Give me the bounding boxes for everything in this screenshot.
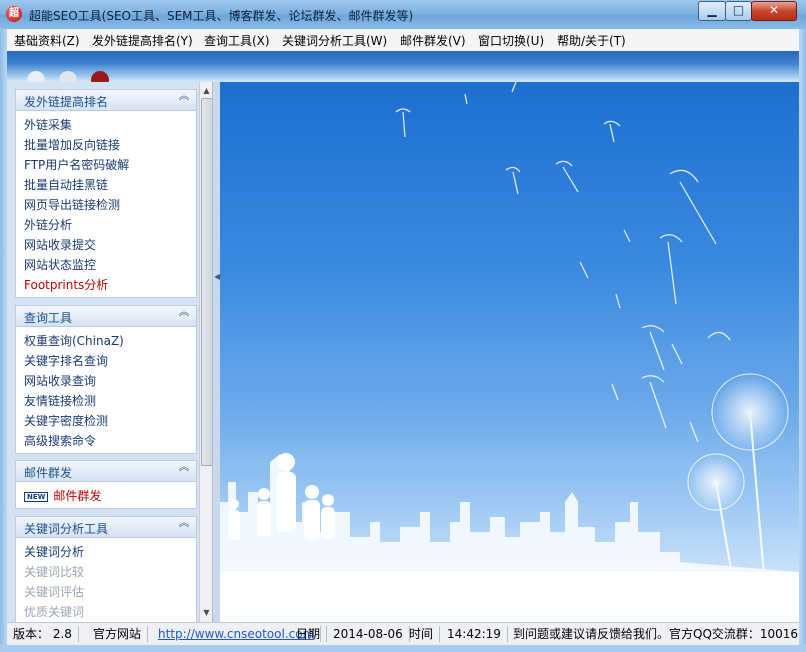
sidebar-item-site-monitor[interactable]: 网站状态监控 <box>16 255 196 275</box>
sidebar-item-keyword-evaluate[interactable]: 关键词评估 <box>16 582 196 602</box>
panel-title: 关键词分析工具 <box>24 522 109 536</box>
status-time: 14:42:19 <box>441 626 508 642</box>
panel-query-tools: 查询工具 ︽ 权重查询(ChinaZ) 关键字排名查询 网站收录查询 友情链接检… <box>15 305 197 454</box>
status-time-label: 时间 <box>403 626 441 642</box>
status-site-label: 官方网站 <box>87 626 149 642</box>
sidebar-item-keyword-compare[interactable]: 关键词比较 <box>16 562 196 582</box>
banner-deco-icon <box>91 71 109 82</box>
menu-keyword-analysis[interactable]: 关键词分析工具(W) <box>282 32 387 49</box>
menu-backlinks[interactable]: 发外链提高排名(Y) <box>92 32 193 49</box>
app-window: 超 超能SEO工具(SEO工具、SEM工具、博客群发、论坛群发、邮件群发等) ▁… <box>0 0 806 652</box>
close-button[interactable]: ✕ <box>751 1 797 21</box>
sidebar-item-batch-backlinks[interactable]: 批量增加反向链接 <box>16 135 196 155</box>
sidebar-item-density-check[interactable]: 关键字密度检测 <box>16 411 196 431</box>
status-message: 到问题或建议请反馈给我们。官方QQ交流群：1001623 <box>513 627 799 641</box>
status-date: 2014-08-06 <box>327 626 410 642</box>
sidebar-item-weight-query[interactable]: 权重查询(ChinaZ) <box>16 331 196 351</box>
maximize-button[interactable]: □ <box>725 1 752 21</box>
panel-title: 发外链提高排名 <box>24 95 109 109</box>
collapse-icon[interactable]: ︽ <box>178 90 190 101</box>
main-content-area <box>220 82 799 622</box>
app-logo-icon: 超 <box>6 6 22 22</box>
menu-help-about[interactable]: 帮助/关于(T) <box>557 32 626 49</box>
menu-bar: 基础资料(Z) 发外链提高排名(Y) 查询工具(X) 关键词分析工具(W) 邮件… <box>7 29 799 52</box>
panel-header[interactable]: 邮件群发 ︽ <box>16 461 196 482</box>
menu-basic-data[interactable]: 基础资料(Z) <box>14 32 80 49</box>
panel-header[interactable]: 发外链提高排名 ︽ <box>16 90 196 111</box>
sidebar: 发外链提高排名 ︽ 外链采集 批量增加反向链接 FTP用户名密码破解 批量自动挂… <box>7 82 212 622</box>
sidebar-item-export-links-check[interactable]: 网页导出链接检测 <box>16 195 196 215</box>
panel-title: 邮件群发 <box>24 466 73 480</box>
sidebar-item-ftp-crack[interactable]: FTP用户名密码破解 <box>16 155 196 175</box>
menu-window-switch[interactable]: 窗口切换(U) <box>478 32 544 49</box>
sidebar-item-keyword-analysis[interactable]: 关键词分析 <box>16 542 196 562</box>
sidebar-item-link-collect[interactable]: 外链采集 <box>16 115 196 135</box>
scroll-up-icon[interactable]: ▲ <box>200 84 212 97</box>
menu-email-blast[interactable]: 邮件群发(V) <box>400 32 466 49</box>
collapse-icon[interactable]: ︽ <box>178 461 190 472</box>
panel-backlinks: 发外链提高排名 ︽ 外链采集 批量增加反向链接 FTP用户名密码破解 批量自动挂… <box>15 89 197 298</box>
panel-keyword-analysis: 关键词分析工具 ︽ 关键词分析 关键词比较 关键词评估 优质关键词 <box>15 516 197 622</box>
status-version-label: 版本： <box>13 627 50 641</box>
window-border-bottom <box>0 644 806 652</box>
sidebar-item-friend-link-check[interactable]: 友情链接检测 <box>16 391 196 411</box>
sidebar-item-email-blast[interactable]: NEW 邮件群发 <box>16 486 196 506</box>
status-bar: 版本： 2.8 官方网站 http://www.cnseotool.com 日期… <box>7 622 799 645</box>
scrollbar-thumb[interactable] <box>201 98 212 466</box>
sidebar-item-rank-query[interactable]: 关键字排名查询 <box>16 351 196 371</box>
status-date-label: 日期 <box>290 626 328 642</box>
window-border-left <box>0 29 7 652</box>
scroll-down-icon[interactable]: ▼ <box>200 606 212 619</box>
sidebar-item-link-analysis[interactable]: 外链分析 <box>16 215 196 235</box>
window-title: 超能SEO工具(SEO工具、SEM工具、博客群发、论坛群发、邮件群发等) <box>29 9 414 23</box>
title-bar[interactable]: 超 超能SEO工具(SEO工具、SEM工具、博客群发、论坛群发、邮件群发等) ▁… <box>0 0 806 29</box>
new-badge-icon: NEW <box>24 491 49 502</box>
panel-email-blast: 邮件群发 ︽ NEW 邮件群发 <box>15 460 197 509</box>
sidebar-item-quality-keywords[interactable]: 优质关键词 <box>16 602 196 622</box>
sidebar-item-index-submit[interactable]: 网站收录提交 <box>16 235 196 255</box>
collapse-icon[interactable]: ︽ <box>178 517 190 528</box>
banner-deco-icon <box>27 71 45 82</box>
sidebar-item-footprints[interactable]: Footprints分析 <box>16 275 196 295</box>
banner-deco-icon <box>59 71 77 82</box>
sidebar-item-index-query[interactable]: 网站收录查询 <box>16 371 196 391</box>
menu-query-tools[interactable]: 查询工具(X) <box>204 32 270 49</box>
window-border-right <box>799 29 806 652</box>
panel-title: 查询工具 <box>24 311 73 325</box>
header-banner <box>7 51 799 82</box>
panel-header[interactable]: 查询工具 ︽ <box>16 306 196 327</box>
minimize-button[interactable]: ▁ <box>698 1 726 21</box>
status-version-value: 2.8 <box>52 627 72 641</box>
sidebar-item-advanced-search[interactable]: 高级搜索命令 <box>16 431 196 451</box>
sidebar-scrollbar[interactable]: ▲ ▼ <box>199 82 212 622</box>
status-version: 版本： 2.8 <box>7 626 79 642</box>
sidebar-item-label: 邮件群发 <box>53 489 102 503</box>
collapse-left-icon[interactable]: ◀ <box>214 272 220 288</box>
sidebar-item-black-links[interactable]: 批量自动挂黑链 <box>16 175 196 195</box>
dandelion-background-image <box>220 82 799 622</box>
collapse-icon[interactable]: ︽ <box>178 306 190 317</box>
panel-header[interactable]: 关键词分析工具 ︽ <box>16 517 196 538</box>
